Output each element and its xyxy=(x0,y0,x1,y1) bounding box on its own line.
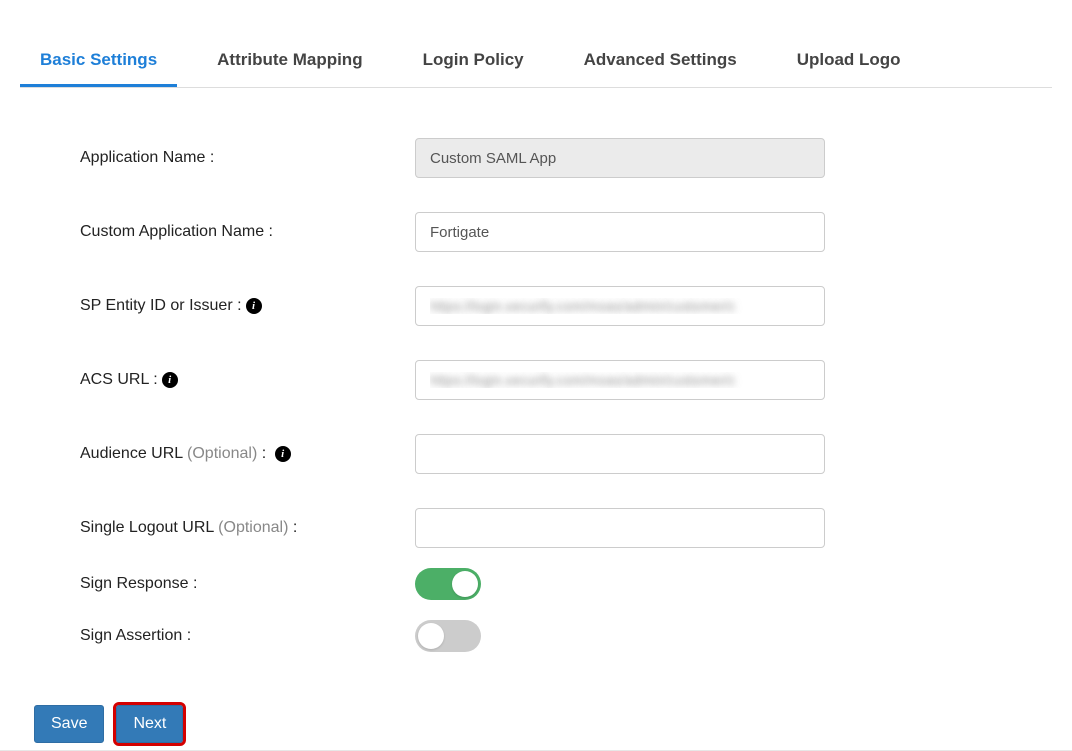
custom-application-name-label: Custom Application Name : xyxy=(80,223,415,241)
single-logout-url-label: Single Logout URL (Optional) : xyxy=(80,519,415,537)
tab-upload-logo[interactable]: Upload Logo xyxy=(777,40,921,87)
single-logout-url-field[interactable] xyxy=(415,508,825,548)
tabs-bar: Basic Settings Attribute Mapping Login P… xyxy=(20,40,1052,88)
sp-entity-id-field[interactable] xyxy=(415,286,825,326)
audience-url-field[interactable] xyxy=(415,434,825,474)
acs-url-field[interactable] xyxy=(415,360,825,400)
audience-url-label: Audience URL (Optional) : i xyxy=(80,445,415,463)
application-name-label: Application Name : xyxy=(80,149,415,167)
tab-advanced-settings[interactable]: Advanced Settings xyxy=(564,40,757,87)
application-name-field xyxy=(415,138,825,178)
info-icon[interactable]: i xyxy=(246,298,262,314)
tab-login-policy[interactable]: Login Policy xyxy=(403,40,544,87)
sign-assertion-label: Sign Assertion : xyxy=(80,627,415,645)
sign-response-toggle[interactable] xyxy=(415,568,481,600)
toggle-knob xyxy=(418,623,444,649)
tab-basic-settings[interactable]: Basic Settings xyxy=(20,40,177,87)
toggle-knob xyxy=(452,571,478,597)
info-icon[interactable]: i xyxy=(162,372,178,388)
sign-response-label: Sign Response : xyxy=(80,575,415,593)
info-icon[interactable]: i xyxy=(275,446,291,462)
settings-form: Application Name : Custom Application Na… xyxy=(80,138,1072,652)
acs-url-label: ACS URL :i xyxy=(80,371,415,389)
sp-entity-id-label: SP Entity ID or Issuer :i xyxy=(80,297,415,315)
tab-attribute-mapping[interactable]: Attribute Mapping xyxy=(197,40,382,87)
custom-application-name-field[interactable] xyxy=(415,212,825,252)
sign-assertion-toggle[interactable] xyxy=(415,620,481,652)
